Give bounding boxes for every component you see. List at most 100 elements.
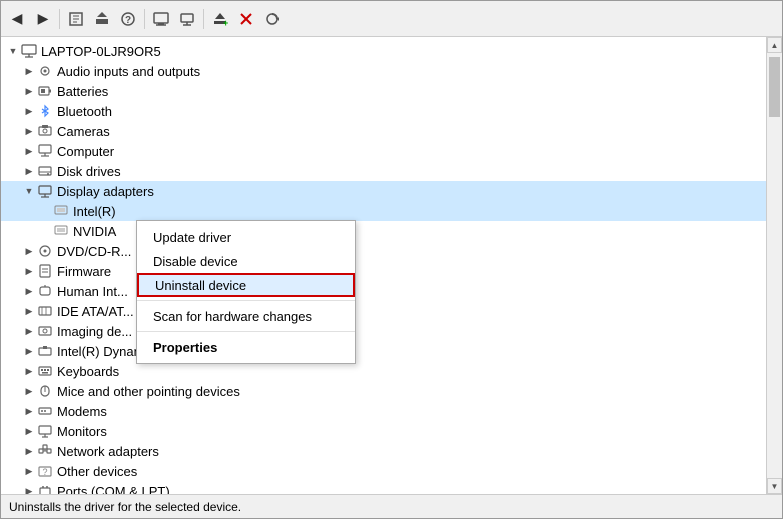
imaging-expand-icon[interactable]: ▶ — [21, 323, 37, 339]
tree-item-humanint[interactable]: ▶ Human Int... — [1, 281, 766, 301]
add-driver-button[interactable]: + — [208, 7, 232, 31]
humanint-expand-icon[interactable]: ▶ — [21, 283, 37, 299]
dvdcd-label: DVD/CD-R... — [57, 244, 131, 259]
separator-3 — [203, 9, 204, 29]
modems-expand-icon[interactable]: ▶ — [21, 403, 37, 419]
batteries-expand-icon[interactable]: ▶ — [21, 83, 37, 99]
separator-2 — [144, 9, 145, 29]
firmware-icon — [37, 263, 53, 279]
ports-icon — [37, 483, 53, 494]
batteries-label: Batteries — [57, 84, 108, 99]
ideata-expand-icon[interactable]: ▶ — [21, 303, 37, 319]
device-tree[interactable]: ▼ LAPTOP-0LJR9OR5 ▶ Audio inputs and out… — [1, 37, 766, 494]
tree-item-nvidia[interactable]: NVIDIA — [1, 221, 766, 241]
tree-item-modems[interactable]: ▶ Modems — [1, 401, 766, 421]
tree-item-bluetooth[interactable]: ▶ Bluetooth — [1, 101, 766, 121]
forward-button[interactable]: ▶ — [31, 7, 55, 31]
monitors-expand-icon[interactable]: ▶ — [21, 423, 37, 439]
audio-icon — [37, 63, 53, 79]
tree-item-dvdcd[interactable]: ▶ DVD/CD-R... — [1, 241, 766, 261]
intel-device-icon — [53, 203, 69, 219]
status-bar: Uninstalls the driver for the selected d… — [1, 494, 782, 518]
tree-item-computer[interactable]: ▶ Computer — [1, 141, 766, 161]
tree-item-inteldynamic[interactable]: ▶ Intel(R) Dynamic Platform and Thermal … — [1, 341, 766, 361]
bluetooth-expand-icon[interactable]: ▶ — [21, 103, 37, 119]
tree-item-cameras[interactable]: ▶ Cameras — [1, 121, 766, 141]
mice-expand-icon[interactable]: ▶ — [21, 383, 37, 399]
main-content: ▼ LAPTOP-0LJR9OR5 ▶ Audio inputs and out… — [1, 37, 782, 494]
svg-text:+: + — [223, 18, 228, 27]
cameras-label: Cameras — [57, 124, 110, 139]
tree-item-diskdrives[interactable]: ▶ Disk drives — [1, 161, 766, 181]
update-driver-toolbar-button[interactable] — [90, 7, 114, 31]
dvdcd-expand-icon[interactable]: ▶ — [21, 243, 37, 259]
tree-item-imaging[interactable]: ▶ Imaging de... — [1, 321, 766, 341]
tree-item-ideata[interactable]: ▶ IDE ATA/AT... — [1, 301, 766, 321]
ctx-update-driver[interactable]: Update driver — [137, 225, 355, 249]
ctx-scan-hardware[interactable]: Scan for hardware changes — [137, 304, 355, 328]
inteldynamic-expand-icon[interactable]: ▶ — [21, 343, 37, 359]
ctx-uninstall-device[interactable]: Uninstall device — [137, 273, 355, 297]
modems-icon — [37, 403, 53, 419]
networkadapters-label: Network adapters — [57, 444, 159, 459]
ports-expand-icon[interactable]: ▶ — [21, 483, 37, 494]
tree-root[interactable]: ▼ LAPTOP-0LJR9OR5 — [1, 41, 766, 61]
back-button[interactable]: ◀ — [5, 7, 29, 31]
help-button[interactable]: ? — [116, 7, 140, 31]
tree-item-intel[interactable]: Intel(R) — [1, 201, 766, 221]
otherdevices-label: Other devices — [57, 464, 137, 479]
ctx-separator-2 — [137, 331, 355, 332]
keyboards-expand-icon[interactable]: ▶ — [21, 363, 37, 379]
tree-item-mice[interactable]: ▶ Mice and other pointing devices — [1, 381, 766, 401]
diskdrives-icon — [37, 163, 53, 179]
imaging-icon — [37, 323, 53, 339]
nvidia-label: NVIDIA — [73, 224, 116, 239]
otherdevices-icon: ? — [37, 463, 53, 479]
delete-button[interactable] — [234, 7, 258, 31]
scroll-up-arrow[interactable]: ▲ — [767, 37, 782, 53]
firmware-expand-icon[interactable]: ▶ — [21, 263, 37, 279]
bluetooth-icon — [37, 103, 53, 119]
humanint-icon — [37, 283, 53, 299]
ctx-properties[interactable]: Properties — [137, 335, 355, 359]
computer-toolbar-icon[interactable] — [175, 7, 199, 31]
tree-item-batteries[interactable]: ▶ Batteries — [1, 81, 766, 101]
vertical-scrollbar[interactable]: ▲ ▼ — [766, 37, 782, 494]
tree-item-audio[interactable]: ▶ Audio inputs and outputs — [1, 61, 766, 81]
scan-hardware-toolbar-button[interactable] — [260, 7, 284, 31]
otherdevices-expand-icon[interactable]: ▶ — [21, 463, 37, 479]
cameras-icon — [37, 123, 53, 139]
root-label: LAPTOP-0LJR9OR5 — [41, 44, 161, 59]
tree-item-keyboards[interactable]: ▶ Keyboards — [1, 361, 766, 381]
intel-expand-icon — [37, 203, 53, 219]
separator-1 — [59, 9, 60, 29]
tree-item-ports[interactable]: ▶ Ports (COM & LPT) — [1, 481, 766, 494]
properties-button[interactable] — [64, 7, 88, 31]
svg-text:?: ? — [42, 467, 47, 477]
keyboards-icon — [37, 363, 53, 379]
displayadapters-expand-icon[interactable]: ▼ — [21, 183, 37, 199]
computer-expand-icon[interactable]: ▶ — [21, 143, 37, 159]
scroll-down-arrow[interactable]: ▼ — [767, 478, 782, 494]
scroll-thumb[interactable] — [769, 57, 780, 117]
ctx-disable-device[interactable]: Disable device — [137, 249, 355, 273]
tree-item-networkadapters[interactable]: ▶ Network adapters — [1, 441, 766, 461]
device-manager-window: ◀ ▶ ? + ▼ — [0, 0, 783, 519]
diskdrives-expand-icon[interactable]: ▶ — [21, 163, 37, 179]
status-text: Uninstalls the driver for the selected d… — [9, 500, 241, 514]
tree-item-otherdevices[interactable]: ▶ ? Other devices — [1, 461, 766, 481]
modems-label: Modems — [57, 404, 107, 419]
tree-item-firmware[interactable]: ▶ Firmware — [1, 261, 766, 281]
networkadapters-expand-icon[interactable]: ▶ — [21, 443, 37, 459]
root-expand-icon[interactable]: ▼ — [5, 43, 21, 59]
tree-item-displayadapters[interactable]: ▼ Display adapters — [1, 181, 766, 201]
computer-icon — [37, 143, 53, 159]
cameras-expand-icon[interactable]: ▶ — [21, 123, 37, 139]
tree-item-monitors[interactable]: ▶ Monitors — [1, 421, 766, 441]
audio-expand-icon[interactable]: ▶ — [21, 63, 37, 79]
device-manager-toolbar-icon[interactable] — [149, 7, 173, 31]
humanint-label: Human Int... — [57, 284, 128, 299]
scroll-track[interactable] — [767, 53, 782, 478]
keyboards-label: Keyboards — [57, 364, 119, 379]
audio-label: Audio inputs and outputs — [57, 64, 200, 79]
